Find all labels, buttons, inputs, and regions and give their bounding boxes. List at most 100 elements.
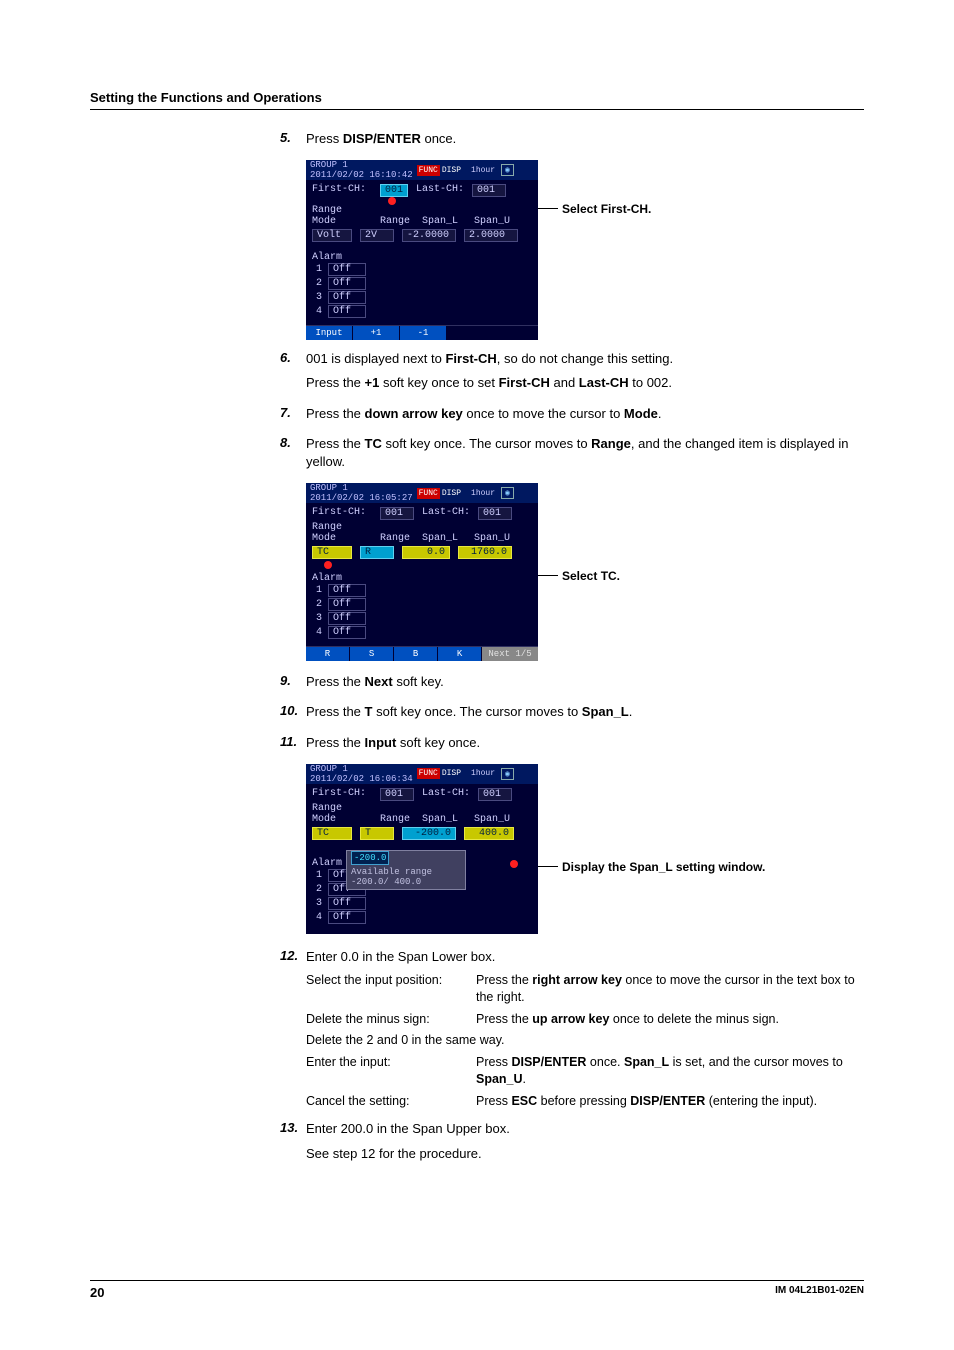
text-bold: First-CH bbox=[499, 375, 550, 390]
page-number: 20 bbox=[90, 1285, 104, 1300]
alarm-label: Alarm bbox=[312, 252, 532, 263]
softkey-plus1[interactable]: +1 bbox=[353, 326, 400, 340]
text-bold: Mode bbox=[624, 406, 658, 421]
group-label: GROUP 1 bbox=[310, 483, 348, 493]
text-bold: Span_U bbox=[476, 1072, 523, 1086]
disp-label: DISP bbox=[442, 489, 461, 498]
alarm-value[interactable]: Off bbox=[328, 626, 366, 639]
text: to 002. bbox=[629, 375, 672, 390]
spanu-value[interactable]: 400.0 bbox=[464, 827, 514, 840]
last-ch-value[interactable]: 001 bbox=[478, 507, 512, 520]
text: Press the bbox=[306, 674, 365, 689]
spanl-value[interactable]: 0.0 bbox=[402, 546, 450, 559]
sub-text: Delete the 2 and 0 in the same way. bbox=[306, 1032, 505, 1050]
record-icon: ◉ bbox=[501, 768, 514, 780]
text-bold: DISP/ENTER bbox=[630, 1094, 705, 1108]
step-5: 5. Press DISP/ENTER once. bbox=[280, 130, 864, 154]
softkey-s[interactable]: S bbox=[350, 647, 394, 661]
alarm-num: 2 bbox=[312, 278, 322, 289]
alarm-value[interactable]: Off bbox=[328, 612, 366, 625]
text: Press the bbox=[306, 406, 365, 421]
step-6: 6. 001 is displayed next to First-CH, so… bbox=[280, 350, 864, 398]
alarm-value[interactable]: Off bbox=[328, 263, 366, 276]
step-number: 10. bbox=[280, 703, 306, 727]
softkey-r[interactable]: R bbox=[306, 647, 350, 661]
func-badge: FUNC bbox=[417, 488, 440, 499]
text-bold: ESC bbox=[511, 1094, 537, 1108]
alarm-value[interactable]: Off bbox=[328, 305, 366, 318]
alarm-value[interactable]: Off bbox=[328, 897, 366, 910]
alarm-value[interactable]: Off bbox=[328, 911, 366, 924]
mode-value[interactable]: TC bbox=[312, 827, 352, 840]
step-8: 8. Press the TC soft key once. The curso… bbox=[280, 435, 864, 477]
screenshot-11-row: GROUP 12011/02/02 16:06:34 FUNC DISP 1ho… bbox=[306, 764, 864, 934]
first-ch-label: First-CH: bbox=[312, 184, 372, 197]
spanu-value[interactable]: 2.0000 bbox=[464, 229, 518, 242]
datetime: 2011/02/02 16:05:27 bbox=[310, 493, 413, 503]
sub-label: Enter the input: bbox=[306, 1054, 476, 1089]
first-ch-value[interactable]: 001 bbox=[380, 507, 414, 520]
text: soft key once. bbox=[396, 735, 480, 750]
softkey-minus1[interactable]: -1 bbox=[400, 326, 446, 340]
mode-value[interactable]: TC bbox=[312, 546, 352, 559]
softkey-input[interactable]: Input bbox=[306, 326, 353, 340]
last-ch-label: Last-CH: bbox=[422, 788, 470, 801]
first-ch-label: First-CH: bbox=[312, 507, 372, 520]
text: . bbox=[523, 1072, 526, 1086]
range-value[interactable]: T bbox=[360, 827, 394, 840]
text: is set, and the cursor moves to bbox=[669, 1055, 843, 1069]
text-bold: +1 bbox=[365, 375, 380, 390]
mode-label: Mode bbox=[312, 814, 372, 825]
func-badge: FUNC bbox=[417, 165, 440, 176]
alarm-num: 3 bbox=[312, 898, 322, 909]
spanl-value[interactable]: -2.0000 bbox=[402, 229, 456, 242]
text-bold: TC bbox=[365, 436, 382, 451]
alarm-value[interactable]: Off bbox=[328, 584, 366, 597]
spanu-value[interactable]: 1760.0 bbox=[458, 546, 512, 559]
mode-value[interactable]: Volt bbox=[312, 229, 352, 242]
range-col: Range bbox=[380, 216, 414, 227]
popup-input[interactable]: -200.0 bbox=[351, 851, 389, 865]
step-number: 11. bbox=[280, 734, 306, 758]
softkey-k[interactable]: K bbox=[438, 647, 482, 661]
text: Press the bbox=[306, 436, 365, 451]
range-value[interactable]: 2V bbox=[360, 229, 394, 242]
text: soft key. bbox=[393, 674, 444, 689]
range-label: Range bbox=[312, 803, 532, 814]
cursor-indicator bbox=[510, 860, 518, 868]
last-ch-label: Last-CH: bbox=[416, 184, 464, 197]
device-screen: GROUP 12011/02/02 16:10:42 FUNC DISP 1ho… bbox=[306, 160, 538, 336]
range-value[interactable]: R bbox=[360, 546, 394, 559]
text: See step 12 for the procedure. bbox=[306, 1145, 864, 1163]
spanl-value[interactable]: -200.0 bbox=[402, 827, 456, 840]
text: Enter 200.0 in the Span Upper box. bbox=[306, 1120, 864, 1138]
spanu-col: Span_U bbox=[474, 533, 510, 544]
text: once. bbox=[421, 131, 456, 146]
text: before pressing bbox=[537, 1094, 630, 1108]
mode-label: Mode bbox=[312, 533, 372, 544]
step-number: 5. bbox=[280, 130, 306, 154]
last-ch-value[interactable]: 001 bbox=[472, 184, 506, 197]
datetime: 2011/02/02 16:06:34 bbox=[310, 774, 413, 784]
alarm-value[interactable]: Off bbox=[328, 291, 366, 304]
step-13: 13. Enter 200.0 in the Span Upper box. S… bbox=[280, 1120, 864, 1168]
text: Press the bbox=[306, 375, 365, 390]
alarm-num: 1 bbox=[312, 585, 322, 596]
text: . bbox=[658, 406, 662, 421]
func-badge: FUNC bbox=[417, 768, 440, 779]
first-ch-value[interactable]: 001 bbox=[380, 184, 408, 197]
popup-range-label: Available range bbox=[351, 867, 461, 877]
softkey-b[interactable]: B bbox=[394, 647, 438, 661]
device-screen: GROUP 12011/02/02 16:06:34 FUNC DISP 1ho… bbox=[306, 764, 538, 934]
first-ch-value[interactable]: 001 bbox=[380, 788, 414, 801]
step-9: 9. Press the Next soft key. bbox=[280, 673, 864, 697]
alarm-num: 1 bbox=[312, 264, 322, 275]
text-bold: Input bbox=[365, 735, 397, 750]
last-ch-value[interactable]: 001 bbox=[478, 788, 512, 801]
alarm-value[interactable]: Off bbox=[328, 598, 366, 611]
text-bold: right arrow key bbox=[532, 973, 622, 987]
last-ch-label: Last-CH: bbox=[422, 507, 470, 520]
softkey-next[interactable]: Next 1/5 bbox=[482, 647, 538, 661]
alarm-value[interactable]: Off bbox=[328, 277, 366, 290]
text: soft key once. The cursor moves to bbox=[382, 436, 591, 451]
